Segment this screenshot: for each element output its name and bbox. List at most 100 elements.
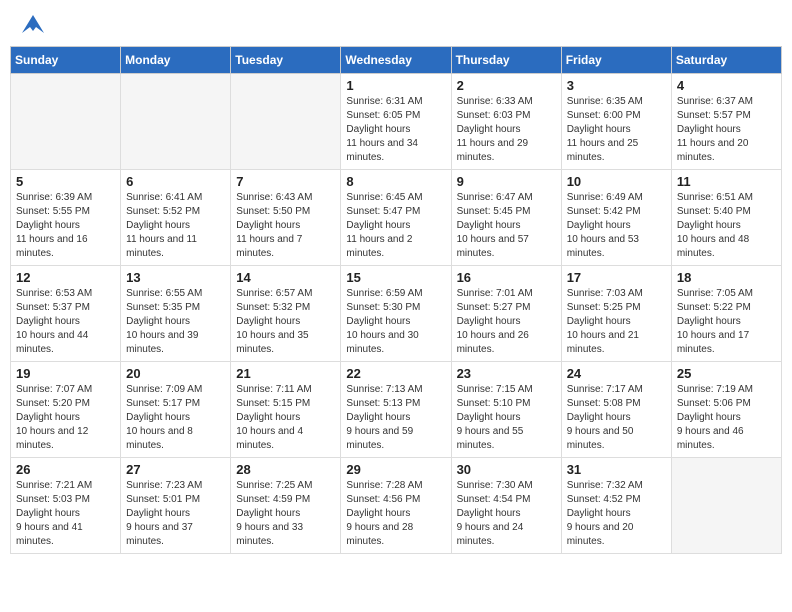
calendar-cell: 30 Sunrise: 7:30 AMSunset: 4:54 PMDayligh…: [451, 458, 561, 554]
day-number: 8: [346, 174, 445, 189]
calendar-cell: 6 Sunrise: 6:41 AMSunset: 5:52 PMDaylight…: [121, 170, 231, 266]
calendar-cell: 13Sunrise: 6:55 AMSunset: 5:35 PMDayligh…: [121, 266, 231, 362]
day-number: 6: [126, 174, 225, 189]
day-info: Sunrise: 6:37 AMSunset: 5:57 PMDaylight …: [677, 95, 776, 165]
calendar-cell: 16Sunrise: 7:01 AMSunset: 5:27 PMDayligh…: [451, 266, 561, 362]
day-info: Sunrise: 7:05 AMSunset: 5:22 PMDaylight …: [677, 287, 776, 357]
day-info: Sunrise: 6:31 AMSunset: 6:05 PMDaylight …: [346, 95, 445, 165]
day-number: 24: [567, 366, 666, 381]
col-header-wednesday: Wednesday: [341, 47, 451, 74]
day-info: Sunrise: 7:19 AMSunset: 5:06 PMDaylight …: [677, 383, 776, 453]
day-number: 21: [236, 366, 335, 381]
day-info: Sunrise: 7:17 AMSunset: 5:08 PMDaylight …: [567, 383, 666, 453]
calendar-cell: 28Sunrise: 7:25 AMSunset: 4:59 PMDayligh…: [231, 458, 341, 554]
col-header-sunday: Sunday: [11, 47, 121, 74]
calendar-table: SundayMondayTuesdayWednesdayThursdayFrid…: [10, 46, 782, 554]
day-info: Sunrise: 6:35 AMSunset: 6:00 PMDaylight …: [567, 95, 666, 165]
calendar-cell: [121, 74, 231, 170]
calendar-cell: 15 Sunrise: 6:59 AMSunset: 5:30 PMDayligh…: [341, 266, 451, 362]
day-number: 3: [567, 78, 666, 93]
day-number: 4: [677, 78, 776, 93]
day-number: 1: [346, 78, 445, 93]
calendar-cell: 23 Sunrise: 7:15 AMSunset: 5:10 PMDayligh…: [451, 362, 561, 458]
day-info: Sunrise: 7:13 AMSunset: 5:13 PMDaylight …: [346, 383, 445, 453]
day-info: Sunrise: 7:28 AMSunset: 4:56 PMDaylight …: [346, 479, 445, 549]
day-number: 22: [346, 366, 445, 381]
calendar-cell: 18 Sunrise: 7:05 AMSunset: 5:22 PMDayligh…: [671, 266, 781, 362]
page-header: [10, 10, 782, 38]
col-header-thursday: Thursday: [451, 47, 561, 74]
calendar-week-2: 5 Sunrise: 6:39 AMSunset: 5:55 PMDaylight…: [11, 170, 782, 266]
calendar-cell: 12Sunrise: 6:53 AMSunset: 5:37 PMDayligh…: [11, 266, 121, 362]
day-info: Sunrise: 6:53 AMSunset: 5:37 PMDaylight …: [16, 287, 115, 357]
calendar-cell: 27 Sunrise: 7:23 AMSunset: 5:01 PMDayligh…: [121, 458, 231, 554]
day-info: Sunrise: 7:11 AMSunset: 5:15 PMDaylight …: [236, 383, 335, 453]
day-number: 26: [16, 462, 115, 477]
calendar-cell: 8 Sunrise: 6:45 AMSunset: 5:47 PMDaylight…: [341, 170, 451, 266]
logo: [20, 15, 44, 33]
day-info: Sunrise: 7:09 AMSunset: 5:17 PMDaylight …: [126, 383, 225, 453]
col-header-saturday: Saturday: [671, 47, 781, 74]
calendar-cell: 11 Sunrise: 6:51 AMSunset: 5:40 PMDayligh…: [671, 170, 781, 266]
calendar-cell: 19Sunrise: 7:07 AMSunset: 5:20 PMDayligh…: [11, 362, 121, 458]
day-info: Sunrise: 7:03 AMSunset: 5:25 PMDaylight …: [567, 287, 666, 357]
day-number: 7: [236, 174, 335, 189]
day-number: 15: [346, 270, 445, 285]
day-number: 23: [457, 366, 556, 381]
col-header-monday: Monday: [121, 47, 231, 74]
calendar-cell: 9Sunrise: 6:47 AMSunset: 5:45 PMDaylight…: [451, 170, 561, 266]
day-info: Sunrise: 6:49 AMSunset: 5:42 PMDaylight …: [567, 191, 666, 261]
day-number: 11: [677, 174, 776, 189]
calendar-cell: 26 Sunrise: 7:21 AMSunset: 5:03 PMDayligh…: [11, 458, 121, 554]
day-info: Sunrise: 7:30 AMSunset: 4:54 PMDaylight …: [457, 479, 556, 549]
day-info: Sunrise: 6:51 AMSunset: 5:40 PMDaylight …: [677, 191, 776, 261]
calendar-cell: [671, 458, 781, 554]
day-number: 18: [677, 270, 776, 285]
day-info: Sunrise: 7:15 AMSunset: 5:10 PMDaylight …: [457, 383, 556, 453]
calendar-cell: 21 Sunrise: 7:11 AMSunset: 5:15 PMDayligh…: [231, 362, 341, 458]
calendar-cell: 20Sunrise: 7:09 AMSunset: 5:17 PMDayligh…: [121, 362, 231, 458]
day-number: 13: [126, 270, 225, 285]
day-number: 17: [567, 270, 666, 285]
calendar-week-3: 12Sunrise: 6:53 AMSunset: 5:37 PMDayligh…: [11, 266, 782, 362]
calendar-cell: 3 Sunrise: 6:35 AMSunset: 6:00 PMDaylight…: [561, 74, 671, 170]
col-header-tuesday: Tuesday: [231, 47, 341, 74]
day-info: Sunrise: 6:39 AMSunset: 5:55 PMDaylight …: [16, 191, 115, 261]
day-number: 25: [677, 366, 776, 381]
calendar-cell: 31Sunrise: 7:32 AMSunset: 4:52 PMDayligh…: [561, 458, 671, 554]
calendar-cell: 29 Sunrise: 7:28 AMSunset: 4:56 PMDayligh…: [341, 458, 451, 554]
calendar-week-4: 19Sunrise: 7:07 AMSunset: 5:20 PMDayligh…: [11, 362, 782, 458]
day-info: Sunrise: 6:59 AMSunset: 5:30 PMDaylight …: [346, 287, 445, 357]
calendar-cell: 17 Sunrise: 7:03 AMSunset: 5:25 PMDayligh…: [561, 266, 671, 362]
day-number: 19: [16, 366, 115, 381]
calendar-cell: [231, 74, 341, 170]
calendar-cell: 7 Sunrise: 6:43 AMSunset: 5:50 PMDaylight…: [231, 170, 341, 266]
calendar-cell: 2 Sunrise: 6:33 AMSunset: 6:03 PMDaylight…: [451, 74, 561, 170]
day-info: Sunrise: 7:23 AMSunset: 5:01 PMDaylight …: [126, 479, 225, 549]
day-number: 29: [346, 462, 445, 477]
calendar-cell: 1 Sunrise: 6:31 AMSunset: 6:05 PMDaylight…: [341, 74, 451, 170]
day-info: Sunrise: 6:41 AMSunset: 5:52 PMDaylight …: [126, 191, 225, 261]
day-number: 31: [567, 462, 666, 477]
day-number: 27: [126, 462, 225, 477]
day-info: Sunrise: 6:43 AMSunset: 5:50 PMDaylight …: [236, 191, 335, 261]
calendar-cell: 10 Sunrise: 6:49 AMSunset: 5:42 PMDayligh…: [561, 170, 671, 266]
calendar-cell: 14Sunrise: 6:57 AMSunset: 5:32 PMDayligh…: [231, 266, 341, 362]
day-number: 28: [236, 462, 335, 477]
day-number: 9: [457, 174, 556, 189]
day-number: 10: [567, 174, 666, 189]
day-number: 30: [457, 462, 556, 477]
logo-bird-icon: [22, 15, 44, 33]
day-number: 5: [16, 174, 115, 189]
calendar-cell: 24 Sunrise: 7:17 AMSunset: 5:08 PMDayligh…: [561, 362, 671, 458]
calendar-week-5: 26 Sunrise: 7:21 AMSunset: 5:03 PMDayligh…: [11, 458, 782, 554]
day-number: 2: [457, 78, 556, 93]
calendar-cell: 22 Sunrise: 7:13 AMSunset: 5:13 PMDayligh…: [341, 362, 451, 458]
day-info: Sunrise: 6:45 AMSunset: 5:47 PMDaylight …: [346, 191, 445, 261]
calendar-cell: 25 Sunrise: 7:19 AMSunset: 5:06 PMDayligh…: [671, 362, 781, 458]
day-info: Sunrise: 7:21 AMSunset: 5:03 PMDaylight …: [16, 479, 115, 549]
col-header-friday: Friday: [561, 47, 671, 74]
day-info: Sunrise: 6:33 AMSunset: 6:03 PMDaylight …: [457, 95, 556, 165]
calendar-cell: 4 Sunrise: 6:37 AMSunset: 5:57 PMDaylight…: [671, 74, 781, 170]
day-info: Sunrise: 7:01 AMSunset: 5:27 PMDaylight …: [457, 287, 556, 357]
